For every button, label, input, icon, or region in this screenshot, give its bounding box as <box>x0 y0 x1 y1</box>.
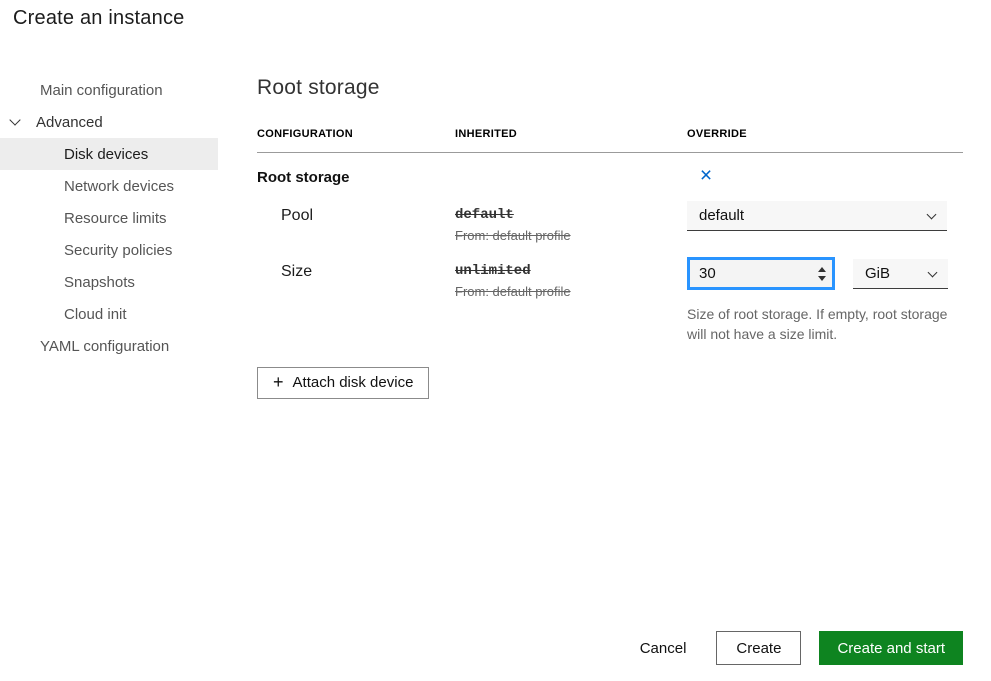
size-inherited-source: From: default profile <box>455 284 687 299</box>
section-heading: Root storage <box>257 76 963 100</box>
sidebar-item-cloud-init[interactable]: Cloud init <box>0 298 218 330</box>
sidebar-item-label: Advanced <box>36 114 103 131</box>
create-and-start-button[interactable]: Create and start <box>819 631 963 665</box>
close-icon[interactable] <box>695 165 717 187</box>
create-button[interactable]: Create <box>716 631 801 665</box>
configuration-table: CONFIGURATION INHERITED OVERRIDE Root st… <box>257 128 963 345</box>
attach-disk-device-button[interactable]: + Attach disk device <box>257 367 429 399</box>
table-row-root-storage: Root storage <box>257 153 963 187</box>
sidebar-item-label: Disk devices <box>64 146 148 163</box>
pool-select[interactable]: default <box>687 201 947 231</box>
root-storage-panel: Root storage CONFIGURATION INHERITED OVE… <box>257 72 963 399</box>
chevron-down-icon <box>927 209 937 219</box>
sidebar-item-label: Security policies <box>64 242 172 259</box>
row-label-size: Size <box>257 257 455 281</box>
attach-disk-device-label: Attach disk device <box>293 374 414 391</box>
sidebar-item-main-configuration[interactable]: Main configuration <box>0 74 218 106</box>
col-header-configuration: CONFIGURATION <box>257 128 455 140</box>
sidebar-item-advanced[interactable]: Advanced <box>0 106 218 138</box>
sidebar-item-label: Cloud init <box>64 306 127 323</box>
pool-inherited-value: default <box>455 201 514 223</box>
size-inherited-value: unlimited <box>455 257 531 279</box>
table-row-size: Size unlimited From: default profile <box>257 257 963 345</box>
row-label-pool: Pool <box>257 201 455 225</box>
sidebar-item-network-devices[interactable]: Network devices <box>0 170 218 202</box>
col-header-override: OVERRIDE <box>687 128 963 140</box>
table-row-pool: Pool default From: default profile defau… <box>257 201 963 243</box>
sidebar-item-security-policies[interactable]: Security policies <box>0 234 218 266</box>
layout: Main configuration Advanced Disk devices… <box>0 72 991 399</box>
sidebar-item-label: Network devices <box>64 178 174 195</box>
sidebar-item-label: Resource limits <box>64 210 167 227</box>
stepper-up-icon[interactable] <box>818 267 826 272</box>
table-header-row: CONFIGURATION INHERITED OVERRIDE <box>257 128 963 153</box>
page-title: Create an instance <box>13 7 184 30</box>
size-input[interactable] <box>687 257 835 290</box>
sidebar-item-label: Snapshots <box>64 274 135 291</box>
footer-actions: Cancel Create Create and start <box>628 631 963 665</box>
sidebar-item-label: Main configuration <box>40 82 163 99</box>
stepper-down-icon[interactable] <box>818 276 826 281</box>
size-unit-select[interactable]: GiB <box>853 259 948 289</box>
pool-select-value: default <box>699 207 744 224</box>
cancel-button[interactable]: Cancel <box>628 631 699 665</box>
pool-inherited-cell: default From: default profile <box>455 201 687 243</box>
stepper-arrows-icon[interactable] <box>818 267 826 281</box>
chevron-down-icon <box>9 114 20 125</box>
sidebar-item-snapshots[interactable]: Snapshots <box>0 266 218 298</box>
sidebar-item-yaml-configuration[interactable]: YAML configuration <box>0 330 218 362</box>
pool-inherited-source: From: default profile <box>455 228 687 243</box>
sidebar-item-disk-devices[interactable]: Disk devices <box>0 138 218 170</box>
sidebar-item-resource-limits[interactable]: Resource limits <box>0 202 218 234</box>
sidebar-item-label: YAML configuration <box>40 338 169 355</box>
chevron-down-icon <box>928 267 938 277</box>
size-inherited-cell: unlimited From: default profile <box>455 257 687 299</box>
size-unit-value: GiB <box>865 265 890 282</box>
form-sidebar-nav: Main configuration Advanced Disk devices… <box>0 72 218 399</box>
size-help-text: Size of root storage. If empty, root sto… <box>687 304 957 345</box>
row-label-root-storage: Root storage <box>257 169 455 186</box>
col-header-inherited: INHERITED <box>455 128 687 140</box>
plus-icon: + <box>273 373 284 391</box>
